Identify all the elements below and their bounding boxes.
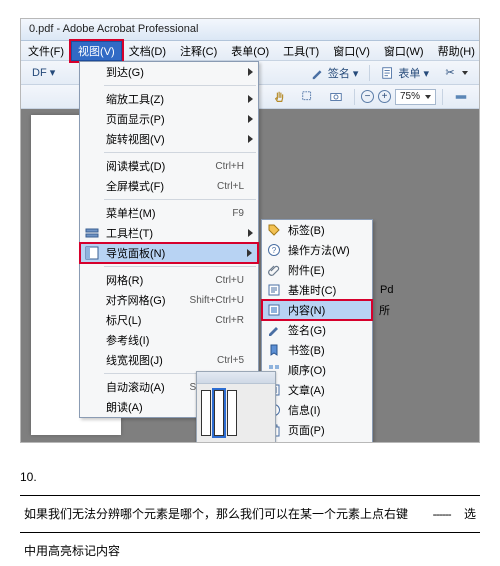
toolbar-icon (84, 225, 100, 241)
comment-icon (266, 442, 282, 443)
tool-more[interactable] (449, 88, 473, 106)
scissor-icon: ✂ (443, 66, 457, 80)
menu-help[interactable]: 帮助(H) (431, 41, 480, 61)
zoom-value: 75% (400, 91, 420, 102)
submenu-comments[interactable]: 注释(C) (262, 440, 372, 443)
menu-page-display[interactable]: 页面显示(P) (80, 109, 258, 129)
window-title: 0.pdf - Adobe Acrobat Professional (29, 23, 198, 35)
submenu-attachments[interactable]: 附件(E) (262, 260, 372, 280)
paperclip-icon (266, 262, 282, 278)
tool-extra[interactable]: ✂ (438, 64, 473, 82)
step-line2: 中用高亮标记内容 (24, 544, 120, 558)
menu-view[interactable]: 视图(V) (71, 41, 122, 61)
select-icon (301, 90, 315, 104)
menu-guides[interactable]: 参考线(I) (80, 330, 258, 350)
submenu-bookmarks[interactable]: 书签(B) (262, 340, 372, 360)
view-dropdown-menu: 到达(G) 缩放工具(Z) 页面显示(P) 旋转视图(V) 阅读模式(D)Ctr… (79, 61, 259, 418)
bookmark-icon (266, 342, 282, 358)
menu-fullscreen[interactable]: 全屏模式(F)Ctrl+L (80, 176, 258, 196)
submenu-howto[interactable]: ? 操作方法(W) (262, 240, 372, 260)
snapshot-tool[interactable] (324, 88, 348, 106)
step-block: 10. 如果我们无法分辨哪个元素是哪个，那么我们可以在某一个元素上点右键 ---… (20, 465, 480, 563)
sign-dropdown[interactable]: 签名 ▾ (306, 64, 364, 82)
menu-rotate-view[interactable]: 旋转视图(V) (80, 129, 258, 149)
pdf-dropdown[interactable]: DF ▾ (27, 64, 60, 82)
thumbnails-floating-panel (196, 371, 276, 443)
document-page: 0.pdf - Adobe Acrobat Professional 文件(F)… (20, 18, 480, 563)
pen-icon (266, 322, 282, 338)
submenu-content[interactable]: 内容(N) 所 (262, 300, 372, 320)
form-dropdown[interactable]: 表单 ▾ (376, 64, 434, 82)
menu-line-weights[interactable]: 线宽视图(J)Ctrl+5 (80, 350, 258, 370)
menu-forms[interactable]: 表单(O) (224, 41, 276, 61)
menu-grid[interactable]: 网格(R)Ctrl+U (80, 270, 258, 290)
menu-navigation-panels[interactable]: 导览面板(N) (80, 243, 258, 263)
menu-comments[interactable]: 注释(C) (173, 41, 224, 61)
menu-goto[interactable]: 到达(G) (80, 62, 258, 82)
select-tool[interactable] (296, 88, 320, 106)
submenu-tags[interactable]: 标签(B) (262, 220, 372, 240)
step-number: 10. (20, 465, 480, 489)
hand-icon (273, 90, 287, 104)
menu-rulers[interactable]: 标尺(L)Ctrl+R (80, 310, 258, 330)
screenshot-frame: 0.pdf - Adobe Acrobat Professional 文件(F)… (20, 18, 480, 443)
menu-tools[interactable]: 工具(T) (276, 41, 326, 61)
tag-icon (266, 222, 282, 238)
submenu-pages[interactable]: 页面(P) (262, 420, 372, 440)
menu-snap-to-grid[interactable]: 对齐网格(G)Shift+Ctrl+U (80, 290, 258, 310)
nav-panels-submenu: 标签(B) ? 操作方法(W) 附件(E) 基准时(C) Pd 内容(N) 所 (261, 219, 373, 443)
menu-window2[interactable]: 窗口(W) (377, 41, 431, 61)
base-icon (266, 282, 282, 298)
svg-text:?: ? (272, 246, 277, 255)
submenu-tail-pd: Pd (380, 284, 393, 296)
zoom-in-button[interactable]: + (378, 90, 391, 103)
submenu-tail-suo: 所 (379, 302, 390, 318)
step-line1-tail: 选 (464, 507, 476, 521)
window-titlebar: 0.pdf - Adobe Acrobat Professional (21, 19, 479, 41)
menu-document[interactable]: 文档(D) (122, 41, 173, 61)
panel-icon (84, 245, 100, 261)
thumbnail-page-selected[interactable] (214, 390, 224, 436)
menu-file[interactable]: 文件(F) (21, 41, 71, 61)
form-icon (381, 66, 395, 80)
menu-menubar[interactable]: 菜单栏(M)F9 (80, 203, 258, 223)
submenu-info[interactable]: i 信息(I) (262, 400, 372, 420)
pen-icon (311, 66, 325, 80)
hand-tool[interactable] (268, 88, 292, 106)
step-line1-main: 如果我们无法分辨哪个元素是哪个，那么我们可以在某一个元素上点右键 (24, 502, 408, 526)
menu-reading-mode[interactable]: 阅读模式(D)Ctrl+H (80, 156, 258, 176)
zoom-out-button[interactable]: − (361, 90, 374, 103)
howto-icon: ? (266, 242, 282, 258)
content-icon (266, 302, 282, 318)
more-icon (454, 90, 468, 104)
submenu-articles[interactable]: 文章(A) (262, 380, 372, 400)
submenu-destinations[interactable]: 基准时(C) Pd (262, 280, 372, 300)
menu-toolbars[interactable]: 工具栏(T) (80, 223, 258, 243)
zoom-combo[interactable]: 75% (395, 89, 436, 105)
thumbnails-panel-header[interactable] (197, 372, 275, 384)
thumbnail-page[interactable] (201, 390, 211, 436)
submenu-order[interactable]: 顺序(O) (262, 360, 372, 380)
menu-zoom-tools[interactable]: 缩放工具(Z) (80, 89, 258, 109)
menu-window1[interactable]: 窗口(V) (326, 41, 377, 61)
thumbnail-page[interactable] (227, 390, 237, 436)
menu-bar: 文件(F) 视图(V) 文档(D) 注释(C) 表单(O) 工具(T) 窗口(V… (21, 41, 479, 61)
step-line1-dash: ------ (433, 507, 451, 521)
camera-icon (329, 90, 343, 104)
submenu-signatures[interactable]: 签名(G) (262, 320, 372, 340)
